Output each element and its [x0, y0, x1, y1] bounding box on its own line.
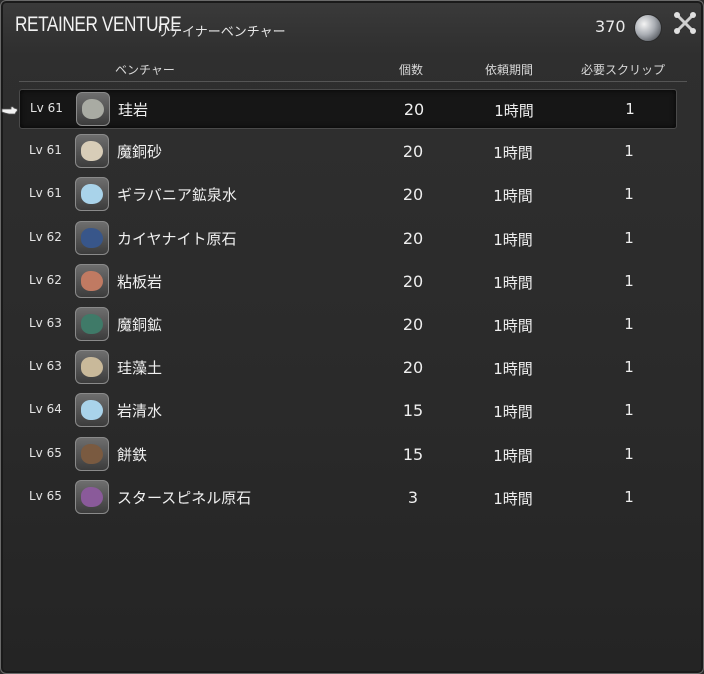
stone-icon: [76, 92, 110, 126]
venture-row[interactable]: Lv 62 カイヤナイト原石 20 1時間 1: [19, 219, 675, 257]
quantity-value: 20: [402, 358, 424, 378]
cost-value: 1: [624, 271, 634, 290]
sack-icon: [75, 350, 109, 385]
quantity-value: 20: [402, 271, 424, 291]
duration-value: 1時間: [493, 403, 533, 422]
column-header-cost: 必要スクリップ: [581, 63, 666, 77]
venture-name: 岩清水: [117, 402, 163, 421]
duration-value: 1時間: [493, 144, 533, 163]
venture-name: 珪藻土: [117, 359, 163, 378]
duration-value: 1時間: [493, 317, 533, 335]
venture-row[interactable]: Lv 65 餅鉄 15 1時間 1: [19, 435, 675, 473]
cost-value: 1: [624, 185, 634, 204]
cost-value: 1: [625, 100, 635, 118]
cost-value: 1: [624, 487, 634, 506]
duration-value: 1時間: [493, 489, 533, 508]
duration-value: 1時間: [493, 273, 533, 292]
venture-name: 魔銅鉱: [117, 316, 163, 334]
level-label: Lv 61: [29, 143, 62, 158]
slate-icon: [75, 263, 109, 298]
venture-row[interactable]: Lv 63 珪藻土 20 1時間 1: [19, 348, 675, 386]
water-bottle-icon: [75, 393, 109, 428]
quantity-value: 20: [402, 228, 424, 248]
venture-name: 餅鉄: [117, 445, 148, 464]
cost-value: 1: [624, 401, 634, 420]
quantity-value: 20: [403, 100, 425, 119]
level-label: Lv 62: [29, 272, 62, 287]
column-header-duration: 依頼期間: [485, 63, 534, 77]
quantity-value: 20: [402, 185, 424, 205]
venture-name: カイヤナイト原石: [117, 229, 237, 248]
level-label: Lv 63: [29, 359, 62, 374]
retainer-venture-window: RETAINER VENTURE リテイナーベンチャー 370 ベンチャー 個数…: [0, 0, 704, 674]
venture-row[interactable]: Lv 61 ギラバニア鉱泉水 20 1時間 1: [19, 175, 675, 213]
level-label: Lv 61: [29, 186, 62, 201]
venture-name: スタースピネル原石: [117, 488, 252, 507]
cost-value: 1: [624, 444, 634, 463]
venture-name: ギラバニア鉱泉水: [117, 186, 237, 205]
gem-ore-icon: [75, 479, 109, 514]
window-subtitle: リテイナーベンチャー: [156, 25, 286, 40]
crossed-tools-icon[interactable]: [672, 10, 698, 36]
venture-name: 粘板岩: [117, 272, 163, 291]
venture-row[interactable]: Lv 64 岩清水 15 1時間 1: [19, 391, 675, 429]
column-header-quantity: 個数: [399, 63, 424, 77]
duration-value: 1時間: [493, 230, 533, 249]
quantity-value: 20: [402, 315, 424, 334]
cost-value: 1: [624, 228, 634, 247]
currency-amount: 370: [595, 17, 626, 36]
venture-name: 珪岩: [118, 101, 149, 119]
cost-value: 1: [624, 358, 634, 377]
duration-value: 1時間: [493, 187, 533, 206]
venture-row[interactable]: Lv 61 魔銅砂 20 1時間 1: [19, 132, 675, 170]
ore-icon: [75, 307, 109, 341]
venture-row[interactable]: Lv 61 珪岩 20 1時間 1: [19, 89, 677, 129]
quantity-value: 3: [407, 487, 419, 507]
iron-icon: [75, 436, 109, 471]
column-header-row: ベンチャー 個数 依頼期間 必要スクリップ: [19, 57, 687, 82]
venture-row[interactable]: Lv 65 スタースピネル原石 3 1時間 1: [19, 478, 675, 516]
column-header-venture: ベンチャー: [115, 63, 175, 77]
title-bar: RETAINER VENTURE リテイナーベンチャー 370: [1, 1, 703, 53]
water-bottle-icon: [75, 177, 109, 212]
level-label: Lv 64: [29, 402, 62, 417]
quantity-value: 15: [402, 444, 424, 464]
duration-value: 1時間: [493, 446, 533, 465]
pointing-hand-cursor-icon: [1, 101, 19, 119]
coin-icon: [634, 14, 662, 42]
level-label: Lv 62: [29, 229, 62, 244]
venture-name: 魔銅砂: [117, 143, 163, 162]
cost-value: 1: [624, 315, 634, 333]
level-label: Lv 63: [29, 316, 62, 330]
level-label: Lv 65: [29, 488, 62, 503]
cost-value: 1: [624, 142, 634, 161]
duration-value: 1時間: [493, 360, 533, 379]
duration-value: 1時間: [494, 102, 534, 120]
quantity-value: 15: [402, 401, 424, 421]
venture-row[interactable]: Lv 63 魔銅鉱 20 1時間 1: [19, 305, 675, 343]
venture-row[interactable]: Lv 62 粘板岩 20 1時間 1: [19, 262, 675, 300]
level-label: Lv 65: [29, 445, 62, 460]
ore-icon: [75, 220, 109, 255]
sand-icon: [75, 134, 109, 169]
quantity-value: 20: [402, 142, 424, 162]
level-label: Lv 61: [30, 101, 63, 115]
